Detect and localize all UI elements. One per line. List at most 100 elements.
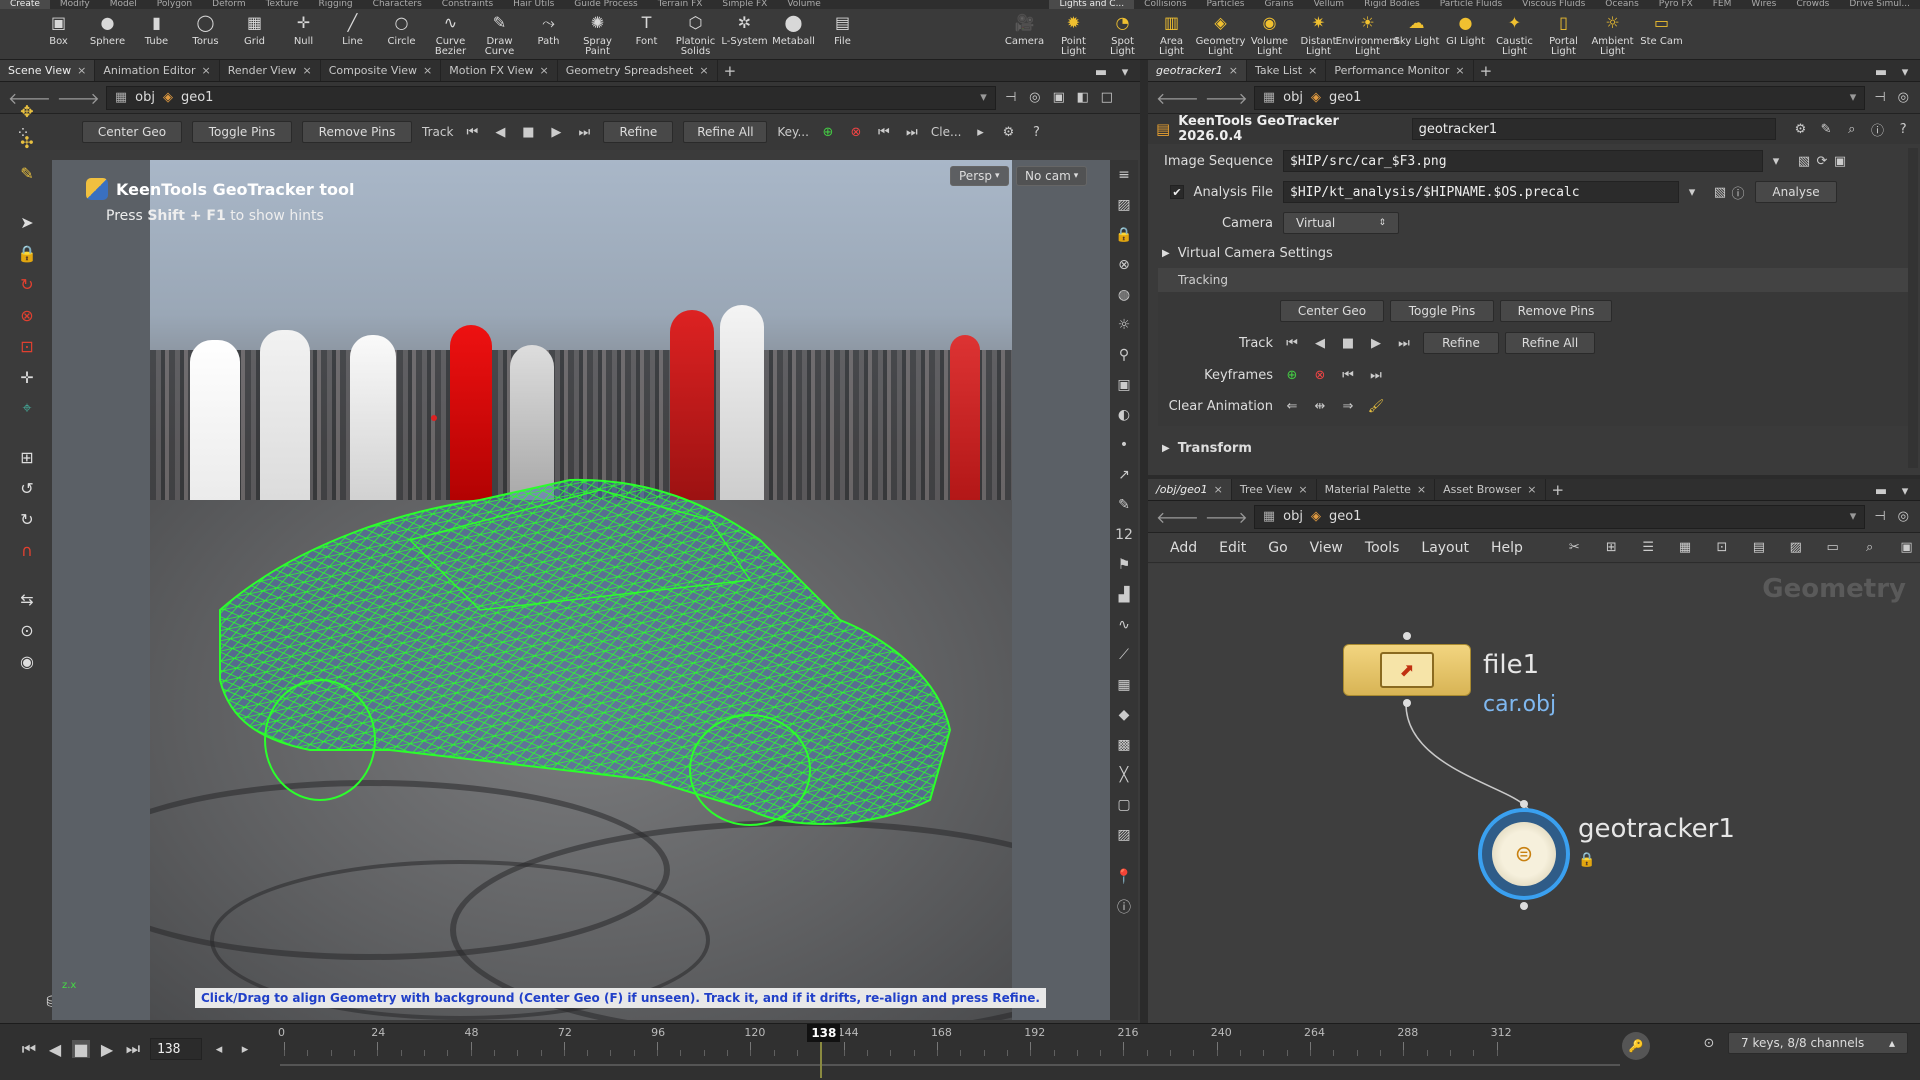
toggle-pins-button[interactable]: Toggle Pins [192, 121, 292, 143]
toolbar-settings-icon[interactable]: ⚙ [999, 123, 1017, 141]
diamond-icon[interactable]: ◆ [1111, 702, 1137, 728]
file-browse-icon[interactable]: ▧ [1711, 183, 1729, 201]
pane-dropdown-icon[interactable]: ▾ [1896, 63, 1914, 81]
menu-help[interactable]: Help [1491, 540, 1523, 556]
tool-font[interactable]: T Font [622, 10, 671, 58]
path-box[interactable]: ▦ obj ◈ geo1 ▾ [105, 85, 996, 110]
shelf-tab-fem[interactable]: FEM [1703, 0, 1742, 9]
remove-keyframe-icon[interactable]: ⊗ [1311, 366, 1329, 384]
tool-tube[interactable]: ▮ Tube [132, 10, 181, 58]
gear-icon[interactable]: ⚙ [1792, 120, 1810, 138]
reload-icon[interactable]: ⟳ [1813, 152, 1831, 170]
key-icon[interactable]: 🔑 [1622, 1032, 1650, 1060]
tool-box[interactable]: ▣ Box [34, 10, 83, 58]
target-icon[interactable]: ◎ [1895, 508, 1912, 526]
render-icon[interactable]: ◉ [14, 648, 40, 674]
folder-icon[interactable]: ▭ [1825, 539, 1840, 557]
chevron-down-icon[interactable]: ▾ [1850, 90, 1857, 105]
refine-button[interactable]: Refine [1423, 332, 1499, 354]
path-node[interactable]: geo1 [1329, 509, 1361, 524]
camera-orbit-icon[interactable]: ⊙ [14, 617, 40, 643]
target-icon[interactable]: ◎ [1895, 89, 1912, 107]
viewport-tab-scene-view[interactable]: Scene View × [0, 60, 96, 81]
network-tab-tree-view[interactable]: Tree View × [1232, 479, 1317, 500]
track-next-key-icon[interactable]: ⏭ [575, 123, 593, 141]
add-keyframe-icon[interactable]: ⊕ [819, 123, 837, 141]
tracker-node-name[interactable]: geotracker1 [1578, 814, 1735, 844]
shelf-tab-simple-fx[interactable]: Simple FX [712, 0, 777, 9]
target-icon[interactable]: ◎ [1026, 89, 1044, 107]
list-icon[interactable]: ☰ [1641, 539, 1656, 557]
search-icon[interactable]: ⌕ [1862, 539, 1877, 557]
tool-line[interactable]: ╱ Line [328, 10, 377, 58]
shelf-tab-texture[interactable]: Texture [256, 0, 309, 9]
tool-point-light[interactable]: ✹ Point Light [1049, 10, 1098, 58]
pane-menu-icon[interactable]: ▬ [1872, 63, 1890, 81]
add-tab-button[interactable]: + [718, 60, 743, 81]
close-icon[interactable]: × [1308, 64, 1317, 77]
viewport-tab-animation-editor[interactable]: Animation Editor × [95, 60, 220, 81]
track-stop-icon[interactable]: ■ [519, 123, 537, 141]
shelf-tab-pyro-fx[interactable]: Pyro FX [1649, 0, 1703, 9]
grid-icon[interactable]: ▦ [1111, 672, 1137, 698]
track-prev-key-icon[interactable]: ⏮ [1283, 334, 1301, 352]
close-icon[interactable]: × [1527, 483, 1536, 496]
menu-add[interactable]: Add [1170, 540, 1197, 556]
tool-ambient-light[interactable]: ☼ Ambient Light [1588, 10, 1637, 58]
close-icon[interactable]: × [1214, 483, 1223, 496]
viewport-tab-composite-view[interactable]: Composite View × [321, 60, 442, 81]
brush-tool-icon[interactable]: ✎ [14, 160, 40, 186]
flip-icon[interactable]: ⇆ [14, 586, 40, 612]
paint-select-icon[interactable]: ↻ [14, 506, 40, 532]
display-icon[interactable]: ▣ [1050, 89, 1068, 107]
pin-icon[interactable]: ⊣ [1871, 89, 1888, 107]
tool-sphere[interactable]: ● Sphere [83, 10, 132, 58]
tool-path[interactable]: ⤳ Path [524, 10, 573, 58]
path-box[interactable]: ▦ obj ◈ geo1 ▾ [1253, 85, 1866, 110]
file-browse-icon[interactable]: ▧ [1795, 152, 1813, 170]
x-ray-icon[interactable]: ⊗ [1111, 252, 1137, 278]
file-node-name[interactable]: file1 [1483, 650, 1539, 680]
params-tab-geotracker1[interactable]: geotracker1 × [1148, 60, 1247, 81]
tracking-tab[interactable]: Tracking [1158, 268, 1908, 292]
file-input-port[interactable] [1403, 632, 1411, 640]
chevron-down-icon[interactable]: ▾ [1767, 152, 1785, 170]
prev-keyframe-icon[interactable]: ⏮ [875, 123, 893, 141]
chevron-down-icon[interactable]: ▾ [980, 90, 987, 105]
close-icon[interactable]: × [202, 64, 211, 77]
shelf-tab-drive-simul[interactable]: Drive Simul... [1839, 0, 1920, 9]
brush-clear-icon[interactable]: 🖌 [1367, 397, 1385, 415]
remove-keyframe-icon[interactable]: ⊗ [847, 123, 865, 141]
pane-menu-icon[interactable]: ▬ [1872, 482, 1890, 500]
tool-draw-curve[interactable]: ✎ Draw Curve [475, 10, 524, 58]
numbers-icon[interactable]: 12 [1111, 522, 1137, 548]
tracker-output-port[interactable] [1520, 902, 1528, 910]
viewport-tab-render-view[interactable]: Render View × [220, 60, 321, 81]
step-back-icon[interactable]: ◂ [210, 1040, 228, 1058]
analysis-file-checkbox[interactable]: ✔ [1170, 185, 1184, 199]
shelf-tab-particles[interactable]: Particles [1197, 0, 1255, 9]
pin-icon[interactable]: ⊣ [1002, 89, 1020, 107]
camera-icon[interactable]: ▣ [1111, 372, 1137, 398]
shelf-tab-collisions[interactable]: Collisions [1134, 0, 1196, 9]
shelf-tab-oceans[interactable]: Oceans [1595, 0, 1648, 9]
sequence-icon[interactable]: ▣ [1831, 152, 1849, 170]
close-icon[interactable]: × [699, 64, 708, 77]
geotracker-node[interactable]: ⊜ [1478, 808, 1570, 900]
handle-icon[interactable]: ✛ [14, 364, 40, 390]
shelf-tab-polygon[interactable]: Polygon [147, 0, 202, 9]
center-geo-button[interactable]: Center Geo [1280, 300, 1384, 322]
shelf-tab-modify[interactable]: Modify [50, 0, 100, 9]
face-icon[interactable]: ▢ [1111, 792, 1137, 818]
tool-spray-paint[interactable]: ✺ Spray Paint [573, 10, 622, 58]
path-root[interactable]: obj [1283, 509, 1303, 524]
clear-between-icon[interactable]: ⇹ [1311, 397, 1329, 415]
remove-pins-button[interactable]: Remove Pins [1500, 300, 1612, 322]
search-icon[interactable]: ⌕ [1843, 120, 1861, 138]
lock-icon[interactable]: 🔒 [14, 240, 40, 266]
curve-icon[interactable]: ∿ [1111, 612, 1137, 638]
shelf-tab-characters[interactable]: Characters [363, 0, 432, 9]
remove-pins-button[interactable]: Remove Pins [302, 121, 412, 143]
magnet-icon[interactable]: ∩ [14, 537, 40, 563]
shelf-tab-constraints[interactable]: Constraints [432, 0, 503, 9]
